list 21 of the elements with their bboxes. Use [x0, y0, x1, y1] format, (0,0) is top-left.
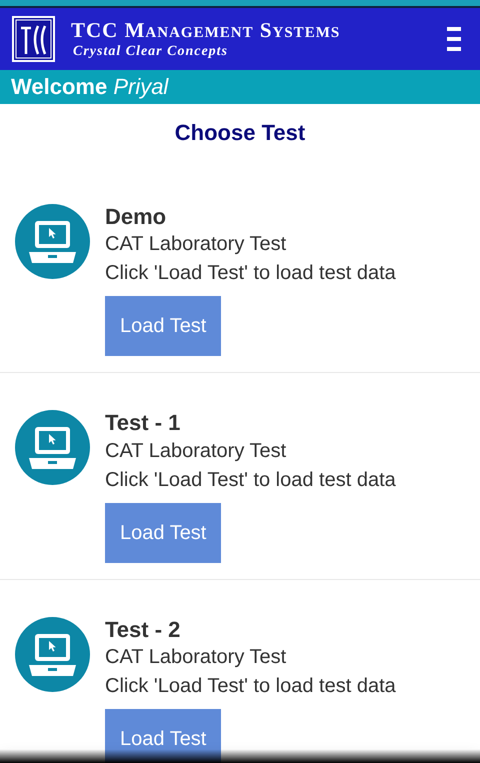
welcome-text: Welcome Priyal — [0, 70, 480, 104]
test-title: Test - 2 — [105, 616, 182, 644]
test-title: Demo — [105, 204, 168, 230]
test-subtitle: CAT Laboratory Test — [105, 645, 288, 670]
laptop-icon — [15, 616, 90, 692]
logo-icon — [12, 16, 55, 62]
load-test-button[interactable]: Load Test — [105, 502, 222, 563]
test-subtitle: CAT Laboratory Test — [105, 438, 288, 464]
test-subtitle: CAT Laboratory Test — [105, 232, 288, 258]
menu-icon — [446, 26, 462, 52]
tagline: Crystal Clear Concepts — [73, 44, 230, 58]
test-title: Test - 1 — [105, 410, 182, 437]
laptop-icon — [15, 410, 90, 486]
brand-title: TCC Management Systems — [71, 20, 340, 40]
test-hint: Click 'Load Test' to load test data — [105, 674, 396, 700]
test-hint: Click 'Load Test' to load test data — [105, 261, 396, 286]
test-hint: Click 'Load Test' to load test data — [105, 468, 396, 493]
load-test-button[interactable]: Load Test — [105, 296, 222, 356]
laptop-icon — [15, 204, 90, 279]
load-test-button[interactable]: Load Test — [105, 709, 222, 763]
page-heading: Choose Test — [174, 119, 306, 147]
